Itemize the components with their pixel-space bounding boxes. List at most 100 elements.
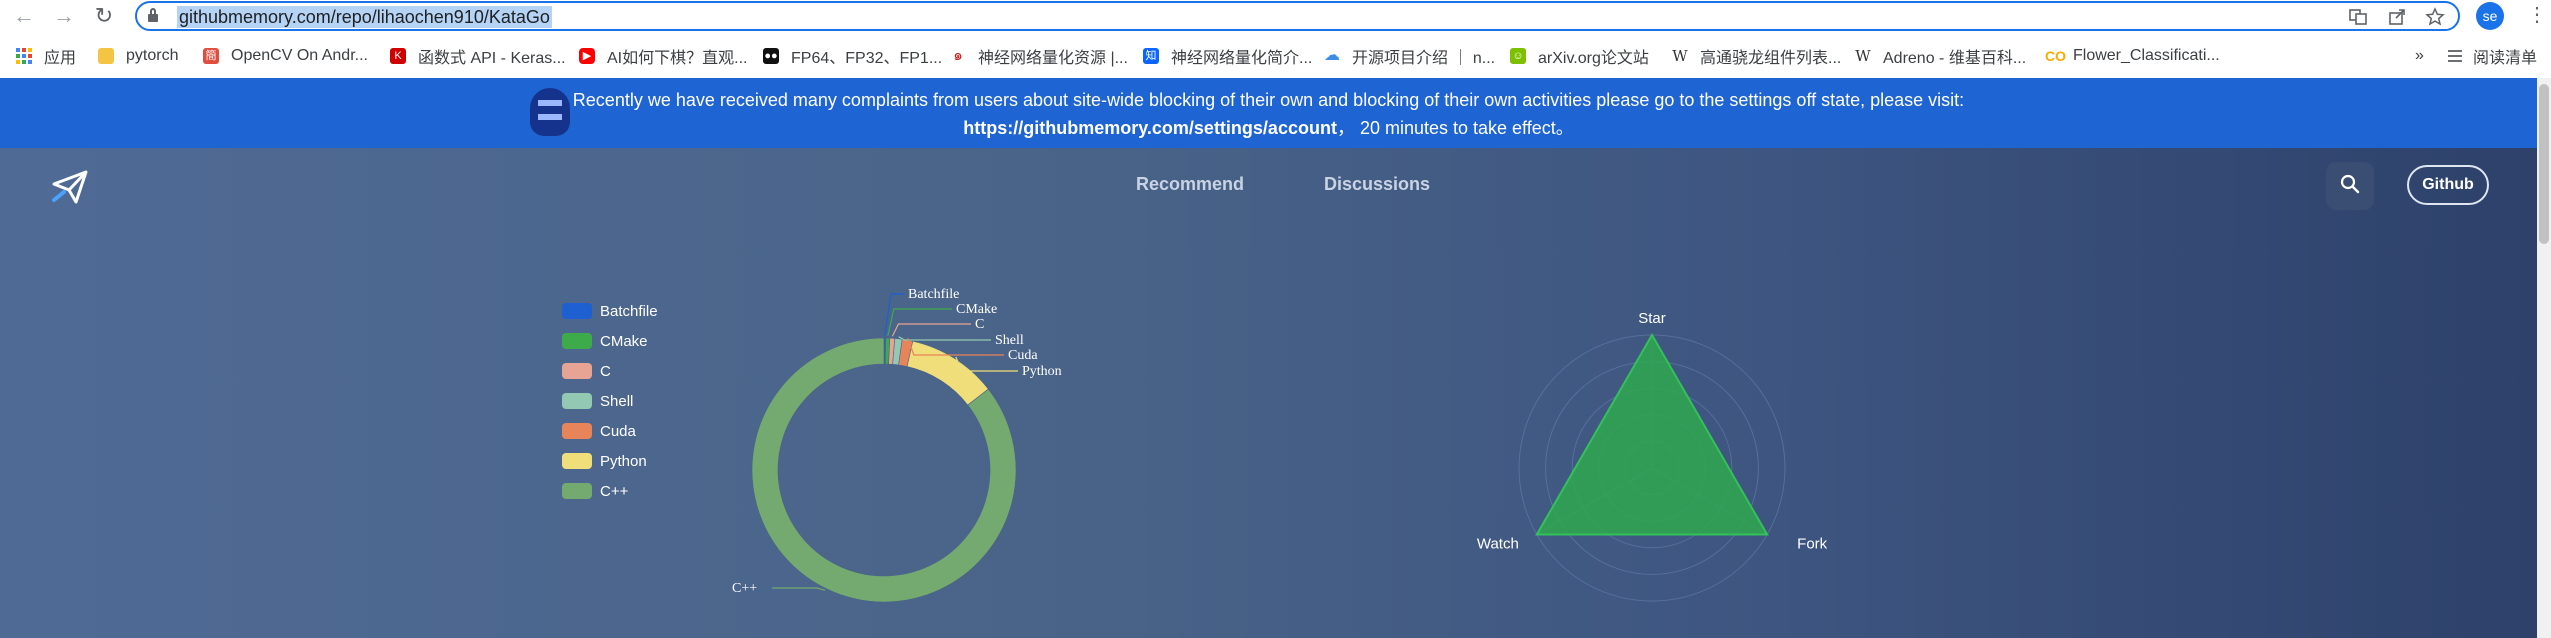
pie-leader-line [884, 293, 904, 337]
radar-indicator-label: Star [1638, 310, 1666, 327]
bookmark-label: 开源项目介绍 ｜ n... [1352, 50, 1496, 67]
translate-icon[interactable] [2348, 7, 2368, 32]
radar-area[interactable] [1535, 333, 1769, 536]
bookmark-label: Flower_Classificati... [2073, 47, 2220, 64]
banner-link-row: https://githubmemory.com/settings/accoun… [0, 114, 2537, 140]
bookmark-label: AI如何下棋？直观... [607, 50, 748, 67]
pie-leader-line [887, 308, 952, 337]
jianshu-icon: 簡 [203, 48, 219, 64]
bookmark-nn-quant-resources[interactable]: ๑ 神经网络量化资源 |... [950, 42, 1128, 70]
bookmark-opencv[interactable]: 簡 OpenCV On Andr... [203, 42, 368, 70]
bookmark-arxiv[interactable]: ☺ arXiv.org论文站 [1510, 42, 1649, 70]
pie-label: CMake [956, 302, 997, 317]
bookmarks-bar: 应用 pytorch 簡 OpenCV On Andr... K 函数式 API… [0, 42, 2551, 70]
notice-banner: Recently we have received many complaint… [0, 78, 2537, 148]
legend-swatch[interactable] [562, 483, 592, 499]
banner-message-tail: ， 20 minutes to take effect。 [1336, 118, 1574, 138]
bookmark-fp64[interactable]: ●● FP64、FP32、FP1... [763, 42, 942, 70]
browser-chrome: ← → ↻ githubmemory.com/repo/lihaochen910… [0, 0, 2551, 78]
avatar-initials: se [2482, 8, 2498, 24]
reading-list-label: 阅读清单 [2473, 50, 2538, 67]
legend-label[interactable]: Cuda [600, 423, 637, 440]
page-content: Recommend Discussions Github Batchfile CM… [0, 148, 2537, 638]
colab-icon: CO [2045, 48, 2066, 64]
legend-label[interactable]: Python [600, 453, 647, 470]
bookmark-label: 高通骁龙组件列表... [1700, 50, 1842, 67]
reading-list-button[interactable]: 阅读清单 [2447, 42, 2537, 70]
reload-icon: ↻ [94, 3, 114, 28]
bookmark-label: 应用 [44, 50, 77, 67]
legend-swatch[interactable] [562, 303, 592, 319]
bookmark-snapdragon[interactable]: W 高通骁龙组件列表... [1672, 42, 1841, 70]
legend-swatch[interactable] [562, 423, 592, 439]
star-icon[interactable] [2425, 7, 2445, 32]
share-icon[interactable] [2387, 7, 2407, 32]
zhihu-icon: 知 [1143, 48, 1159, 64]
page-scrollbar[interactable] [2537, 78, 2551, 638]
pie-label: Python [1022, 364, 1062, 379]
legend-label[interactable]: Shell [600, 393, 633, 410]
pie-leader-line [772, 587, 826, 591]
pie-label: C++ [732, 581, 757, 596]
bookmark-flower[interactable]: CO Flower_Classificati... [2045, 42, 2220, 70]
forward-arrow-icon: → [53, 3, 75, 28]
pie-leader-line [898, 336, 991, 341]
pie-label: Shell [995, 333, 1024, 348]
bookmark-label: arXiv.org论文站 [1538, 50, 1649, 67]
lock-icon [148, 8, 158, 22]
pie-slice[interactable] [906, 340, 989, 406]
pie-label: C [975, 317, 984, 332]
dots-icon: ●● [763, 48, 779, 64]
address-bar[interactable]: githubmemory.com/repo/lihaochen910/KataG… [135, 1, 2460, 31]
bookmark-nn-quant-intro[interactable]: 知 神经网络量化简介... [1143, 42, 1312, 70]
cloud-icon: ☁ [1324, 47, 1340, 64]
bookmark-open-source[interactable]: ☁ 开源项目介绍 ｜ n... [1324, 42, 1495, 70]
bookmark-label: 神经网络量化资源 |... [978, 50, 1128, 67]
wikipedia-icon: W [1672, 47, 1688, 65]
bookmark-label: 函数式 API - Keras... [418, 50, 566, 67]
chevron-double-right-icon: » [2415, 47, 2424, 64]
legend-swatch[interactable] [562, 363, 592, 379]
charts-area: BatchfileCMakeCShellCudaPythonC++Batchfi… [562, 287, 1828, 603]
legend-swatch[interactable] [562, 393, 592, 409]
legend-swatch[interactable] [562, 453, 592, 469]
settings-account-link[interactable]: https://githubmemory.com/settings/accoun… [963, 118, 1337, 138]
arxiv-icon: ☺ [1510, 48, 1526, 64]
browser-menu-icon[interactable]: ⋮ [2527, 2, 2547, 27]
bookmark-ai-chess[interactable]: ▶ AI如何下棋？直观... [579, 42, 747, 70]
radar-indicator-label: Watch [1477, 536, 1519, 553]
back-button[interactable]: ← [8, 0, 40, 32]
bookmarks-overflow-button[interactable]: » [2415, 42, 2424, 70]
bookmark-label: 神经网络量化简介... [1171, 50, 1313, 67]
reading-list-icon [2447, 49, 2463, 63]
pie-label: Batchfile [908, 287, 959, 302]
pie-leader-line [891, 323, 971, 337]
back-arrow-icon: ← [13, 3, 35, 28]
bookmark-label: OpenCV On Andr... [231, 47, 368, 64]
url-text[interactable]: githubmemory.com/repo/lihaochen910/KataG… [177, 6, 552, 28]
apps-grid-icon [16, 48, 32, 64]
pie-label: Cuda [1008, 348, 1038, 363]
wikipedia-icon: W [1855, 47, 1871, 65]
bookmark-keras[interactable]: K 函数式 API - Keras... [390, 42, 566, 70]
bookmark-apps[interactable]: 应用 [16, 42, 76, 70]
swirl-icon: ๑ [953, 47, 963, 64]
avatar[interactable]: se [2476, 2, 2504, 30]
bookmark-pytorch[interactable]: pytorch [98, 42, 178, 70]
bookmark-adreno[interactable]: W Adreno - 维基百科... [1855, 42, 2026, 70]
banner-message: Recently we have received many complaint… [572, 90, 1965, 110]
folder-icon [98, 48, 114, 64]
legend-label[interactable]: Batchfile [600, 303, 658, 320]
forward-button[interactable]: → [48, 0, 80, 32]
legend-swatch[interactable] [562, 333, 592, 349]
radar-indicator-label: Fork [1797, 536, 1828, 553]
bookmark-label: pytorch [126, 47, 179, 64]
legend-label[interactable]: C++ [600, 483, 629, 500]
legend-label[interactable]: C [600, 363, 611, 380]
legend-label[interactable]: CMake [600, 333, 648, 350]
youtube-icon: ▶ [579, 48, 595, 64]
bookmark-label: Adreno - 维基百科... [1883, 50, 2027, 67]
scrollbar-thumb[interactable] [2539, 84, 2549, 244]
bookmark-label: FP64、FP32、FP1... [791, 50, 943, 67]
reload-button[interactable]: ↻ [88, 0, 120, 32]
